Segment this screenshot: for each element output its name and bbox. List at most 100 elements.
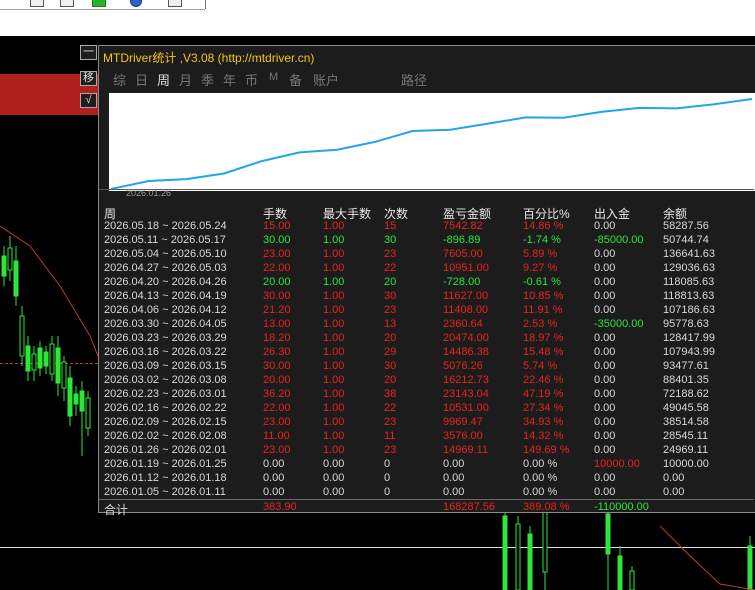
cell-lots: 23.00 xyxy=(263,248,291,260)
cell-deposit: 10000.00 xyxy=(594,458,640,470)
cell-count: 0 xyxy=(384,458,391,470)
cell-week: 2026.04.20 ~ 2026.04.26 xyxy=(104,276,227,288)
cell-deposit: 0.00 xyxy=(594,374,616,386)
cell-profit: 3576.00 xyxy=(443,430,483,442)
toolbar xyxy=(0,0,755,36)
cell-percent: 0.00 % xyxy=(523,486,558,498)
cell-balance: 128417.99 xyxy=(663,332,715,344)
cell-deposit: 0.00 xyxy=(594,402,616,414)
cell-profit: 7605.00 xyxy=(443,248,483,260)
tab-quarter[interactable]: 季 xyxy=(201,70,214,89)
cell-lots: 30.00 xyxy=(263,360,291,372)
cell-max-lots: 1.00 xyxy=(323,304,345,316)
cell-profit: 11627.00 xyxy=(443,290,489,302)
cell-lots: 18.20 xyxy=(263,332,291,344)
cell-deposit: -85000.00 xyxy=(594,234,644,246)
cell-max-lots: 0.00 xyxy=(323,486,345,498)
cell-count: 22 xyxy=(384,262,397,274)
cell-week: 2026.04.27 ~ 2026.05.03 xyxy=(104,262,227,274)
equity-chart xyxy=(109,93,755,191)
toolbar-button-1[interactable] xyxy=(30,0,44,7)
tab-m[interactable]: M xyxy=(269,71,278,83)
tab-path[interactable]: 路径 xyxy=(401,70,427,89)
cell-lots: 36.20 xyxy=(263,388,291,400)
cell-deposit: 0.00 xyxy=(594,248,616,260)
tab-notes[interactable]: 备 xyxy=(289,70,302,89)
cell-percent: 18.97 % xyxy=(523,332,564,344)
cell-deposit: 0.00 xyxy=(594,416,616,428)
cell-deposit: 0.00 xyxy=(594,346,616,358)
cell-balance: 107186.63 xyxy=(663,304,715,316)
cell-profit: 5076.26 xyxy=(443,360,483,372)
total-deposit: -110000.00 xyxy=(594,501,649,513)
cell-week: 2026.01.05 ~ 2026.01.11 xyxy=(104,486,226,498)
cell-count: 20 xyxy=(384,332,397,344)
total-percent: 389.08 % xyxy=(523,501,570,513)
cell-count: 22 xyxy=(384,402,397,414)
cell-percent: 34.93 % xyxy=(523,416,564,428)
cell-profit: 0.00 xyxy=(443,486,465,498)
cell-max-lots: 1.00 xyxy=(323,416,345,428)
cell-max-lots: 1.00 xyxy=(323,430,345,442)
cell-max-lots: 1.00 xyxy=(323,402,345,414)
tab-month[interactable]: 月 xyxy=(179,70,192,89)
cell-deposit: 0.00 xyxy=(594,290,616,302)
cell-lots: 13.00 xyxy=(263,318,291,330)
toolbar-button-2[interactable] xyxy=(60,0,74,7)
cell-lots: 20.00 xyxy=(263,374,291,386)
clock-icon[interactable] xyxy=(130,0,142,7)
cell-week: 2026.05.11 ~ 2026.05.17 xyxy=(104,234,226,246)
cell-max-lots: 0.00 xyxy=(323,472,345,484)
cell-week: 2026.02.09 ~ 2026.02.15 xyxy=(104,416,227,428)
tab-currency[interactable]: 币 xyxy=(245,70,258,89)
cell-balance: 118813.63 xyxy=(663,290,715,302)
cell-profit: 9969.47 xyxy=(443,416,483,428)
toolbar-button-5[interactable] xyxy=(168,0,182,7)
cell-profit: -896.89 xyxy=(443,234,481,246)
cell-deposit: 0.00 xyxy=(594,444,616,456)
tab-summary[interactable]: 综 xyxy=(113,70,126,89)
cell-deposit: 0.00 xyxy=(594,262,616,274)
cell-profit: 20474.00 xyxy=(443,332,489,344)
cell-week: 2026.03.30 ~ 2026.04.05 xyxy=(104,318,227,330)
tab-year[interactable]: 年 xyxy=(223,70,236,89)
cell-balance: 136641.63 xyxy=(663,248,715,260)
cell-balance: 38514.58 xyxy=(663,416,709,428)
cell-max-lots: 1.00 xyxy=(323,444,345,456)
cell-balance: 95778.63 xyxy=(663,318,709,330)
check-button[interactable]: √ xyxy=(80,93,97,108)
move-button[interactable]: 移 xyxy=(80,71,97,86)
cell-percent: 14.32 % xyxy=(523,430,564,442)
minimize-button[interactable]: 一 xyxy=(80,45,97,60)
tab-day[interactable]: 日 xyxy=(135,70,148,89)
cell-profit: 11408.00 xyxy=(443,304,489,316)
cell-max-lots: 1.00 xyxy=(323,276,345,288)
cell-percent: 15.48 % xyxy=(523,346,564,358)
cell-lots: 11.00 xyxy=(263,430,290,442)
cell-week: 2026.05.04 ~ 2026.05.10 xyxy=(104,248,227,260)
cell-deposit: 0.00 xyxy=(594,276,616,288)
tab-week[interactable]: 周 xyxy=(157,70,170,89)
cell-count: 15 xyxy=(384,220,397,232)
cell-week: 2026.01.12 ~ 2026.01.18 xyxy=(104,472,227,484)
cell-lots: 22.00 xyxy=(263,402,291,414)
cell-percent: 22.46 % xyxy=(523,374,564,386)
cell-balance: 88401.35 xyxy=(663,374,709,386)
cell-max-lots: 1.00 xyxy=(323,346,345,358)
cell-max-lots: 1.00 xyxy=(323,234,345,246)
cell-week: 2026.02.02 ~ 2026.02.08 xyxy=(104,430,227,442)
cell-balance: 0.00 xyxy=(663,472,685,484)
cell-week: 2026.04.13 ~ 2026.04.19 xyxy=(104,290,227,302)
cell-profit: 0.00 xyxy=(443,458,465,470)
tab-account[interactable]: 账户 xyxy=(313,70,339,89)
cell-balance: 49045.58 xyxy=(663,402,709,414)
cell-count: 0 xyxy=(384,472,391,484)
cell-week: 2026.01.26 ~ 2026.02.01 xyxy=(104,444,227,456)
cell-percent: 47.19 % xyxy=(523,388,564,400)
cell-percent: 27.34 % xyxy=(523,402,564,414)
cell-percent: 2.53 % xyxy=(523,318,558,330)
cell-profit: 10531.00 xyxy=(443,402,489,414)
cell-profit: 0.00 xyxy=(443,472,465,484)
cell-profit: 2360.64 xyxy=(443,318,483,330)
add-icon[interactable] xyxy=(92,0,106,7)
